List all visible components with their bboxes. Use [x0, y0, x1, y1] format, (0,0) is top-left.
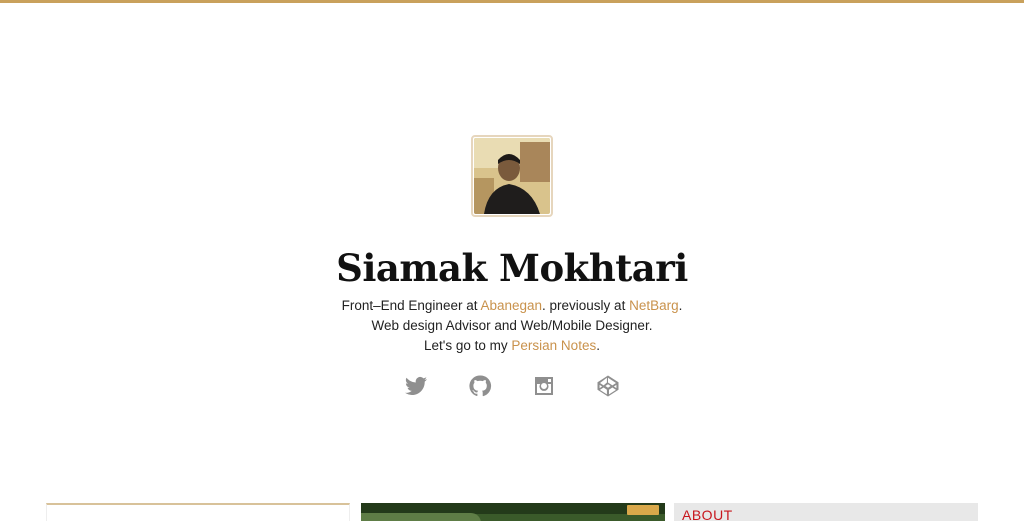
- card-hill: [361, 513, 481, 521]
- netbarg-link[interactable]: NetBarg: [629, 298, 679, 313]
- bio-text: .: [678, 298, 683, 313]
- projects-grid: ABOUT: [46, 503, 978, 521]
- codepen-icon[interactable]: [596, 374, 620, 398]
- project-card-3[interactable]: ABOUT: [674, 503, 978, 521]
- card-title: ABOUT: [682, 507, 733, 521]
- instagram-icon[interactable]: [532, 374, 556, 398]
- bio-text: . previously at: [542, 298, 630, 313]
- project-card-1[interactable]: [46, 503, 350, 521]
- profile-photo-icon: [474, 138, 550, 214]
- page-title: Siamak Mokhtari: [336, 246, 688, 290]
- bio-text: Let's go to my: [424, 338, 512, 353]
- persian-notes-link[interactable]: Persian Notes: [511, 338, 596, 353]
- bio: Front–End Engineer at Abanegan. previous…: [0, 296, 1024, 356]
- bio-text: .: [596, 338, 600, 353]
- project-card-2[interactable]: [361, 503, 665, 521]
- bio-line-3: Let's go to my Persian Notes.: [0, 336, 1024, 356]
- hero-section: Siamak Mokhtari Front–End Engineer at Ab…: [0, 135, 1024, 398]
- bio-line-2: Web design Advisor and Web/Mobile Design…: [371, 318, 653, 333]
- twitter-icon[interactable]: [404, 374, 428, 398]
- card-logo: [627, 505, 659, 515]
- top-accent-bar: [0, 0, 1024, 3]
- abanegan-link[interactable]: Abanegan: [480, 298, 542, 313]
- bio-line-1: Front–End Engineer at Abanegan. previous…: [0, 296, 1024, 316]
- github-icon[interactable]: [468, 374, 492, 398]
- avatar: [471, 135, 553, 217]
- social-links: [0, 374, 1024, 398]
- bio-text: Front–End Engineer at: [341, 298, 481, 313]
